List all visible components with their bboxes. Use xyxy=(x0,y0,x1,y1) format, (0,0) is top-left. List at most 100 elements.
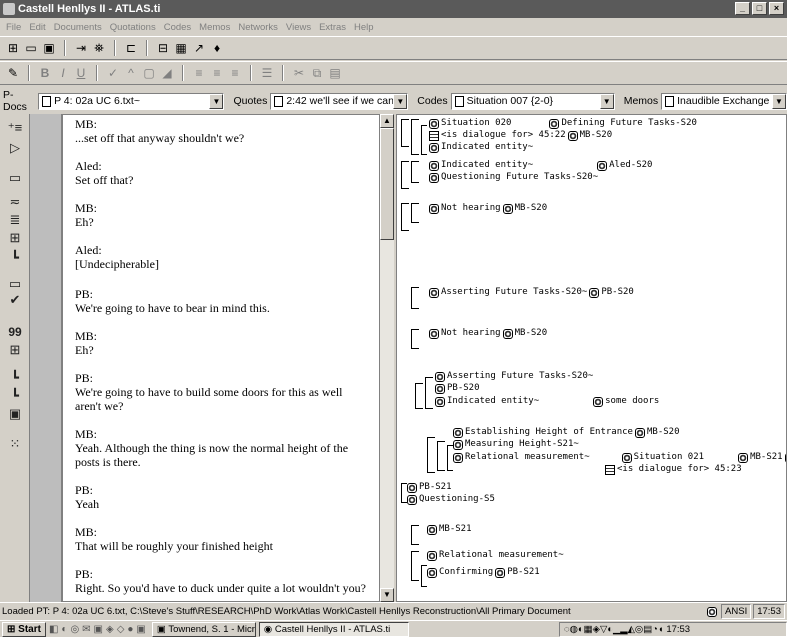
margin-code-row[interactable]: Indicated entity~ xyxy=(429,142,533,153)
code-bracket[interactable] xyxy=(401,161,409,189)
table-icon[interactable]: ⊟ xyxy=(156,40,170,56)
list-icon[interactable]: ☰ xyxy=(260,65,274,81)
code-bracket[interactable] xyxy=(437,441,445,471)
quote-99-icon[interactable]: 99 xyxy=(6,324,24,340)
memo-icon[interactable]: ⊞ xyxy=(6,342,24,358)
italic-icon[interactable]: I xyxy=(56,65,70,81)
link-icon[interactable]: ┗ xyxy=(6,250,24,266)
align-center-icon[interactable]: ≡ xyxy=(210,65,224,81)
chevron-down-icon[interactable]: ▼ xyxy=(393,93,408,109)
menu-extras[interactable]: Extras xyxy=(315,22,350,33)
codes-dropdown[interactable]: Situation 007 {2-0} ▼ xyxy=(450,92,615,110)
margin-code-row[interactable]: Asserting Future Tasks-S20~ PB-S20 xyxy=(429,287,634,298)
code-bracket[interactable] xyxy=(421,125,427,155)
code-bracket[interactable] xyxy=(411,329,419,349)
quick-launch-icons[interactable]: ◧◐◎✉▣◈◇●▣ xyxy=(49,624,149,635)
network-grid-icon[interactable]: ⁙ xyxy=(6,436,24,452)
transcript-entry[interactable]: MB: Eh? xyxy=(75,329,97,357)
margin-code-row[interactable]: Questioning-S5 xyxy=(407,494,495,505)
margin-code-row[interactable]: PB-S20 xyxy=(435,383,480,394)
maximize-button[interactable]: □ xyxy=(752,2,767,15)
pdocs-dropdown[interactable]: P 4: 02a UC 6.txt~ ▼ xyxy=(38,92,225,110)
memos-dropdown[interactable]: Inaudible Exchange {3/0 ▼ xyxy=(661,92,787,110)
margin-code-row[interactable]: Situation 020 Defining Future Tasks-S20 xyxy=(429,118,697,129)
panel-icon[interactable]: ▭ xyxy=(6,276,24,292)
margin-code-row[interactable]: Relational measurement~ Situation 021 MB-S… xyxy=(453,452,786,463)
system-tray[interactable]: ◌◍◐▦◈▽◐▁▂◭◎▤◔◖ 17:53 xyxy=(559,621,787,637)
transcript-entry[interactable]: MB: Eh? xyxy=(75,201,97,229)
code-bracket[interactable] xyxy=(411,161,419,183)
align-right-icon[interactable]: ≡ xyxy=(228,65,242,81)
eraser-icon[interactable]: ◢ xyxy=(160,65,174,81)
chevron-down-icon[interactable]: ▼ xyxy=(209,93,224,109)
link-icon[interactable]: ┗ xyxy=(6,388,24,404)
margin-code-row[interactable]: Relational measurement~ xyxy=(427,550,564,561)
close-button[interactable]: × xyxy=(769,2,784,15)
menu-views[interactable]: Views xyxy=(282,22,315,33)
check-icon[interactable]: ✓ xyxy=(106,65,120,81)
cut-icon[interactable]: ✂ xyxy=(292,65,306,81)
scroll-down-button[interactable]: ▼ xyxy=(380,588,394,602)
code-icon[interactable]: ≣ xyxy=(6,212,24,228)
margin-code-row[interactable]: Not hearing MB-S20 xyxy=(429,203,547,214)
text-scrollbar[interactable]: ▲ ▼ xyxy=(380,114,394,602)
menu-edit[interactable]: Edit xyxy=(25,22,49,33)
code-bracket[interactable] xyxy=(411,287,419,309)
grid-icon[interactable]: ▦ xyxy=(174,40,188,56)
code-bracket[interactable] xyxy=(427,437,435,473)
transcript-entry[interactable]: PB: Right. So you'd have to duck under qu… xyxy=(75,567,366,595)
chevron-down-icon[interactable]: ▼ xyxy=(599,93,614,109)
arrow-icon[interactable]: ▷ xyxy=(6,140,24,156)
link-icon[interactable]: ┗ xyxy=(6,370,24,386)
margin-code-row[interactable]: Establishing Height of Entrance MB-S20 xyxy=(453,427,680,438)
text-search-icon[interactable]: ⇥ xyxy=(74,40,88,56)
transcript-entry[interactable]: MB: Yeah. Although the thing is now the n… xyxy=(75,427,348,469)
code-bracket[interactable] xyxy=(415,383,423,409)
chevron-down-icon[interactable]: ▼ xyxy=(772,93,786,109)
transcript-entry[interactable]: PB: We're going to have to bear in mind t… xyxy=(75,287,270,315)
margin-code-row[interactable]: MB-S21 xyxy=(427,524,472,535)
margin-code-row[interactable]: Asserting Future Tasks-S20~ xyxy=(435,371,593,382)
menu-documents[interactable]: Documents xyxy=(50,22,106,33)
margin-code-row[interactable]: <is dialogue for> 45:22 MB-S20 xyxy=(429,130,612,141)
paste-icon[interactable]: ▤ xyxy=(328,65,342,81)
screen-icon[interactable]: ▣ xyxy=(6,406,24,422)
code-bracket[interactable] xyxy=(411,551,419,581)
underline-icon[interactable]: U xyxy=(74,65,88,81)
transcript-entry[interactable]: MB: That will be roughly your finished he… xyxy=(75,525,273,553)
transcript-entry[interactable]: PB: We're going to have to build some doo… xyxy=(75,371,342,413)
taskbar-atlas[interactable]: ◉ Castell Henllys II - ATLAS.ti xyxy=(258,621,409,637)
save-icon[interactable]: ▣ xyxy=(42,40,56,56)
code-bracket[interactable] xyxy=(401,119,409,147)
menu-file[interactable]: File xyxy=(2,22,25,33)
margin-code-row[interactable]: Indicated entity~ some doors xyxy=(435,396,659,407)
bold-icon[interactable]: B xyxy=(38,65,52,81)
code-bracket[interactable] xyxy=(411,203,419,223)
margin-code-row[interactable]: Measuring Height-S21~ xyxy=(453,439,579,450)
code-vivo-icon[interactable]: ⊞ xyxy=(6,230,24,246)
margin-code-row[interactable]: Questioning Future Tasks-S20~ xyxy=(429,172,598,183)
network-icon[interactable]: ↗ xyxy=(192,40,206,56)
menu-networks[interactable]: Networks xyxy=(234,22,282,33)
code-list-icon[interactable]: ≂ xyxy=(6,194,24,210)
copy-icon[interactable]: ⧉ xyxy=(310,65,324,81)
minimize-button[interactable]: _ xyxy=(735,2,750,15)
hermeneutic-unit-icon[interactable]: ⊞ xyxy=(6,40,20,56)
code-bracket[interactable] xyxy=(411,525,419,545)
new-window-icon[interactable]: ▭ xyxy=(24,40,38,56)
tray-icons[interactable]: ◌◍◐▦◈▽◐▁▂◭◎▤◔◖ xyxy=(564,624,664,635)
menu-codes[interactable]: Codes xyxy=(160,22,195,33)
margin-code-row[interactable]: Confirming PB-S21 xyxy=(427,567,540,578)
transcript-entry[interactable]: Aled: Set off that? xyxy=(75,159,133,187)
margin-code-row[interactable]: Not hearing MB-S20 xyxy=(429,328,547,339)
margin-code-row[interactable]: <is dialogue for> 45:23 xyxy=(605,464,742,475)
quotes-dropdown[interactable]: 2:42 we'll see if we can arra ▼ xyxy=(270,92,409,110)
code-bracket[interactable] xyxy=(411,119,419,155)
create-quotation-icon[interactable]: ⁺≡ xyxy=(6,120,24,136)
scroll-up-button[interactable]: ▲ xyxy=(380,114,394,128)
window-icon[interactable]: ▭ xyxy=(6,170,24,186)
scroll-thumb[interactable] xyxy=(380,128,394,240)
open-folder-icon[interactable]: ⊏ xyxy=(124,40,138,56)
menu-quotations[interactable]: Quotations xyxy=(106,22,160,33)
transcript-entry[interactable]: MB: ...set off that anyway shouldn't we? xyxy=(75,117,244,145)
